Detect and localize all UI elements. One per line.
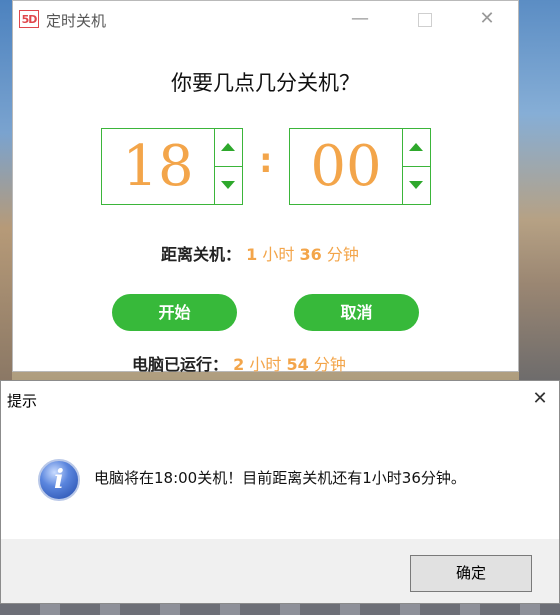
desktop-background-left xyxy=(0,0,12,380)
info-icon: i xyxy=(38,459,80,501)
uptime-label: 电脑已运行： xyxy=(132,355,229,374)
cancel-button[interactable]: 取消 xyxy=(294,294,419,331)
taskbar-strip xyxy=(0,604,560,615)
remaining-hours-unit: 小时 xyxy=(262,245,295,264)
hour-down-button[interactable] xyxy=(214,167,242,204)
minimize-button[interactable]: — xyxy=(345,7,375,31)
computer-uptime: 电脑已运行： 2 小时 54 分钟 xyxy=(132,351,346,375)
window-title: 定时关机 xyxy=(46,12,107,30)
uptime-hours: 2 xyxy=(233,355,245,374)
minute-value[interactable]: 00 xyxy=(290,129,403,204)
triangle-down-icon xyxy=(409,181,423,189)
remaining-hours: 1 xyxy=(246,245,258,264)
ok-button[interactable]: 确定 xyxy=(410,555,532,592)
title-bar[interactable]: 5D 定时关机 — ✕ xyxy=(13,1,518,37)
dialog-close-button[interactable]: ✕ xyxy=(528,387,552,411)
minute-spinner[interactable]: 00 xyxy=(289,128,431,205)
uptime-minutes-unit: 分钟 xyxy=(313,355,346,374)
shutdown-timer-window: 5D 定时关机 — ✕ 你要几点几分关机？ 18 : 00 距离关机： 1 小时… xyxy=(12,0,519,375)
uptime-hours-unit: 小时 xyxy=(249,355,282,374)
dialog-message: 电脑将在18:00关机！目前距离关机还有1小时36分钟。 xyxy=(94,469,466,487)
question-heading: 你要几点几分关机？ xyxy=(171,71,360,95)
remaining-minutes-unit: 分钟 xyxy=(326,245,359,264)
triangle-up-icon xyxy=(221,143,235,151)
time-until-shutdown: 距离关机： 1 小时 36 分钟 xyxy=(161,241,359,265)
triangle-up-icon xyxy=(409,143,423,151)
info-dialog: 提示 ✕ i 电脑将在18:00关机！目前距离关机还有1小时36分钟。 确定 xyxy=(0,380,560,604)
time-separator: : xyxy=(259,141,273,181)
minute-up-button[interactable] xyxy=(402,129,430,167)
hour-value[interactable]: 18 xyxy=(102,129,215,204)
remaining-label: 距离关机： xyxy=(161,245,242,264)
hour-spinner[interactable]: 18 xyxy=(101,128,243,205)
desktop-background-right xyxy=(519,0,560,380)
maximize-icon xyxy=(418,13,432,27)
triangle-down-icon xyxy=(221,181,235,189)
hour-up-button[interactable] xyxy=(214,129,242,167)
minute-down-button[interactable] xyxy=(402,167,430,204)
start-button[interactable]: 开始 xyxy=(112,294,237,331)
uptime-minutes: 54 xyxy=(286,355,309,374)
app-logo-icon: 5D xyxy=(19,10,39,28)
dialog-title: 提示 xyxy=(7,392,38,410)
maximize-button[interactable] xyxy=(410,7,440,31)
close-button[interactable]: ✕ xyxy=(472,7,502,31)
remaining-minutes: 36 xyxy=(299,245,322,264)
